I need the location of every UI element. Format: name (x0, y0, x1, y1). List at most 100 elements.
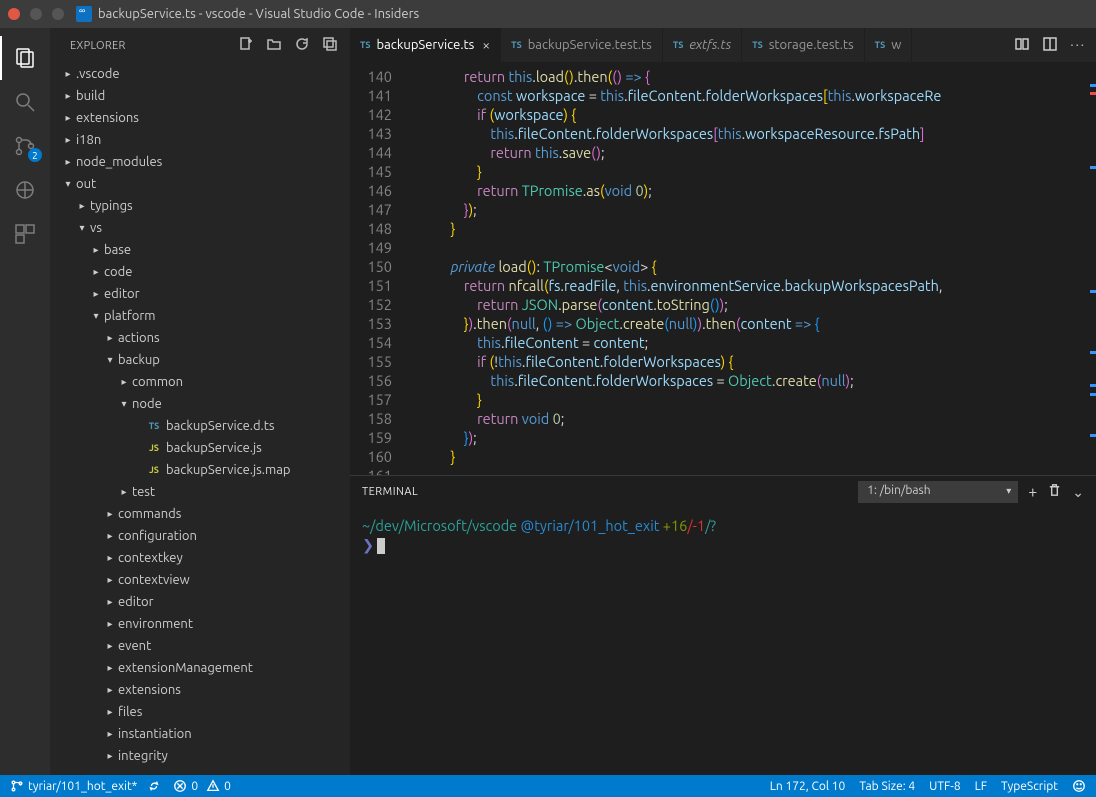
status-lncol[interactable]: Ln 172, Col 10 (770, 780, 846, 793)
tree-item[interactable]: vs (50, 217, 350, 239)
twistie-icon (62, 68, 74, 80)
tree-item[interactable]: editor (50, 283, 350, 305)
window-maximize-button[interactable] (52, 8, 64, 20)
debug-view-button[interactable] (0, 168, 50, 212)
tree-item-label: configuration (118, 529, 197, 543)
tree-item[interactable]: contextkey (50, 547, 350, 569)
new-folder-button[interactable] (266, 36, 282, 55)
status-branch[interactable]: tyriar/101_hot_exit* (10, 779, 161, 793)
editor-tab[interactable]: TSextfs.ts (663, 28, 742, 62)
tree-item-label: node_modules (76, 155, 162, 169)
tree-item[interactable]: environment (50, 613, 350, 635)
tree-item[interactable]: .vscode (50, 63, 350, 85)
collapse-icon (322, 36, 338, 52)
window-minimize-button[interactable] (30, 8, 42, 20)
tree-item[interactable]: TSbackupService.d.ts (50, 415, 350, 437)
warning-icon (206, 779, 220, 793)
smiley-icon (1072, 779, 1086, 793)
code-editor[interactable]: 1401411421431441451461471481491501511521… (350, 63, 1096, 475)
compare-button[interactable] (1014, 36, 1030, 55)
tree-item[interactable]: platform (50, 305, 350, 327)
tree-item[interactable]: configuration (50, 525, 350, 547)
extensions-view-button[interactable] (0, 212, 50, 256)
refresh-button[interactable] (294, 36, 310, 55)
explorer-view-button[interactable] (0, 36, 50, 80)
status-tabsize[interactable]: Tab Size: 4 (859, 780, 915, 793)
twistie-icon (62, 156, 74, 168)
file-tree[interactable]: .vscode build extensions i18n node_modulesou… (50, 63, 350, 775)
twistie-icon (104, 750, 116, 762)
editor-tab[interactable]: TSbackupService.ts× (350, 28, 501, 62)
twistie-icon (76, 200, 88, 212)
window-close-button[interactable] (8, 8, 20, 20)
scm-view-button[interactable]: 2 (0, 124, 50, 168)
tree-item[interactable]: instantiation (50, 723, 350, 745)
status-eol[interactable]: LF (975, 780, 987, 793)
panel-title[interactable]: TERMINAL (362, 486, 418, 498)
tree-item[interactable]: JSbackupService.js.map (50, 459, 350, 481)
collapse-all-button[interactable] (322, 36, 338, 55)
terminal-selector[interactable]: 1: /bin/bash (858, 481, 1018, 503)
tree-item[interactable]: code (50, 261, 350, 283)
minimap[interactable] (1086, 63, 1096, 475)
term-path: ~/dev/Microsoft/vscode (362, 517, 517, 534)
tree-item[interactable]: i18n (50, 129, 350, 151)
tab-label: storage.test.ts (769, 38, 854, 52)
editor-area: TSbackupService.ts×TSbackupService.test.… (350, 28, 1096, 775)
code-content[interactable]: return this.load().then(() => { const wo… (424, 63, 1096, 475)
more-actions-button[interactable]: ··· (1070, 38, 1086, 52)
tree-item[interactable]: event (50, 635, 350, 657)
tab-label: w (891, 38, 901, 52)
split-editor-button[interactable] (1042, 36, 1058, 55)
panel-toggle-button[interactable]: ⌄ (1072, 484, 1084, 501)
tree-item[interactable]: actions (50, 327, 350, 349)
term-prompt-char: ❯ (362, 536, 374, 553)
tree-item[interactable]: node (50, 393, 350, 415)
tree-item[interactable]: extensions (50, 679, 350, 701)
new-terminal-button[interactable]: + (1028, 483, 1037, 501)
tree-item[interactable]: integrity (50, 745, 350, 767)
term-behind: /-1 (687, 517, 705, 534)
status-feedback[interactable] (1072, 779, 1086, 793)
tree-item[interactable]: test (50, 481, 350, 503)
tree-item-label: build (76, 89, 105, 103)
tab-close-button[interactable]: × (482, 37, 490, 53)
new-file-button[interactable] (238, 36, 254, 55)
kill-terminal-button[interactable] (1047, 483, 1062, 501)
tree-item[interactable]: out (50, 173, 350, 195)
tree-item[interactable]: extensionManagement (50, 657, 350, 679)
tree-item-label: .vscode (76, 67, 120, 81)
tree-item[interactable]: files (50, 701, 350, 723)
tree-item[interactable]: JSbackupService.js (50, 437, 350, 459)
tree-item-label: extensions (76, 111, 139, 125)
status-encoding[interactable]: UTF-8 (929, 780, 960, 793)
status-problems[interactable]: 0 0 (173, 779, 231, 793)
folding-gutter[interactable] (410, 63, 424, 475)
tree-item[interactable]: typings (50, 195, 350, 217)
refresh-icon (294, 36, 310, 52)
tree-item[interactable]: base (50, 239, 350, 261)
search-view-button[interactable] (0, 80, 50, 124)
editor-tab[interactable]: TSw (865, 28, 913, 62)
terminal-body[interactable]: ~/dev/Microsoft/vscode @tyriar/101_hot_e… (350, 508, 1096, 775)
editor-tab[interactable]: TSstorage.test.ts (742, 28, 864, 62)
twistie-icon (104, 574, 116, 586)
twistie-icon (90, 288, 102, 300)
tree-item-label: backup (118, 353, 160, 367)
twistie-icon (118, 376, 130, 388)
twistie-icon (90, 310, 102, 322)
twistie-icon (62, 134, 74, 146)
status-lang[interactable]: TypeScript (1001, 780, 1058, 793)
tree-item[interactable]: extensions (50, 107, 350, 129)
tree-item[interactable]: commands (50, 503, 350, 525)
tree-item[interactable]: editor (50, 591, 350, 613)
editor-tab[interactable]: TSbackupService.test.ts (501, 28, 663, 62)
tree-item[interactable]: node_modules (50, 151, 350, 173)
activity-bar: 2 (0, 28, 50, 775)
debug-icon (13, 178, 37, 202)
tree-item[interactable]: build (50, 85, 350, 107)
tree-item[interactable]: common (50, 371, 350, 393)
tree-item-label: base (104, 243, 131, 257)
tree-item[interactable]: contextview (50, 569, 350, 591)
tree-item[interactable]: backup (50, 349, 350, 371)
